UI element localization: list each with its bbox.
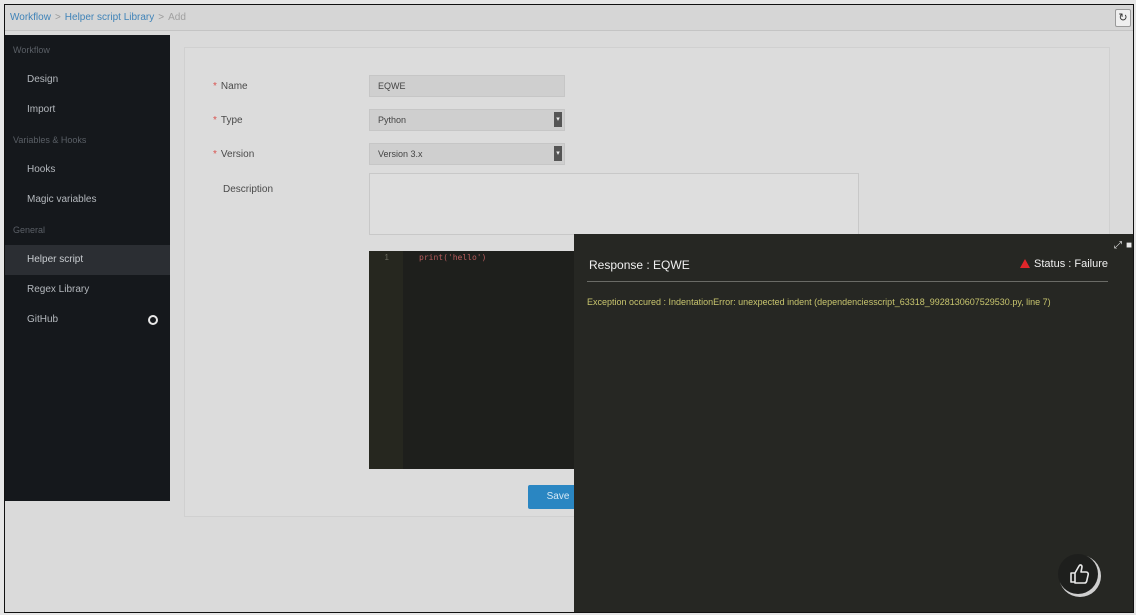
expand-icon[interactable]: ⤢ bbox=[1114, 240, 1122, 251]
code-line: print('hello') bbox=[419, 253, 487, 262]
sidebar-section-workflow: Workflow bbox=[13, 45, 50, 55]
name-label-text: Name bbox=[220, 81, 248, 92]
version-label-text: Version bbox=[220, 149, 255, 160]
response-panel: ⤢ ■ Response : EQWE Status : Failure Exce… bbox=[574, 234, 1133, 612]
panel-controls: ⤢ ■ bbox=[1110, 240, 1132, 251]
breadcrumb-separator: > bbox=[158, 12, 165, 23]
type-select-value: Python bbox=[378, 115, 407, 125]
description-field[interactable] bbox=[369, 173, 859, 235]
required-mark: * bbox=[213, 115, 217, 126]
version-select-value: Version 3.x bbox=[378, 149, 423, 159]
response-title: Response : EQWE bbox=[589, 258, 690, 272]
sidebar-item-magic-variables[interactable]: Magic variables bbox=[5, 185, 170, 215]
sidebar-item-regex-library[interactable]: Regex Library bbox=[5, 275, 170, 305]
refresh-icon[interactable]: ↻ bbox=[1115, 9, 1131, 27]
breadcrumb-current: Add bbox=[168, 12, 186, 23]
type-label-text: Type bbox=[220, 115, 243, 126]
required-mark: * bbox=[213, 81, 217, 92]
required-mark: * bbox=[213, 149, 217, 160]
sidebar-item-label: GitHub bbox=[27, 314, 59, 325]
status-badge: Status : Failure bbox=[1020, 258, 1108, 270]
chevron-down-icon: ▾ bbox=[554, 146, 562, 161]
type-label: * Type bbox=[213, 115, 243, 126]
line-number: 1 bbox=[369, 251, 403, 469]
version-label: * Version bbox=[213, 149, 254, 160]
close-icon[interactable]: ■ bbox=[1126, 240, 1132, 251]
sidebar-item-helper-script[interactable]: Helper script bbox=[5, 245, 170, 275]
github-icon bbox=[148, 315, 158, 325]
status-text: Status : Failure bbox=[1034, 258, 1108, 270]
feedback-button[interactable] bbox=[1058, 554, 1098, 594]
warning-icon bbox=[1020, 259, 1031, 268]
version-select[interactable]: Version 3.x ▾ bbox=[369, 143, 565, 165]
type-select[interactable]: Python ▾ bbox=[369, 109, 565, 131]
sidebar-item-github[interactable]: GitHub bbox=[5, 305, 170, 335]
thumbs-up-icon bbox=[1070, 564, 1090, 584]
name-field[interactable]: EQWE bbox=[369, 75, 565, 97]
code-editor[interactable]: 1 print('hello') bbox=[369, 251, 579, 469]
description-label: Description bbox=[223, 184, 274, 195]
sidebar-item-hooks[interactable]: Hooks bbox=[5, 155, 170, 185]
sidebar-section-variables: Variables & Hooks bbox=[13, 135, 87, 145]
breadcrumb-helper-library[interactable]: Helper script Library bbox=[65, 12, 154, 23]
sidebar: Workflow Design Import Variables & Hooks… bbox=[5, 35, 170, 501]
divider bbox=[587, 281, 1108, 282]
app-window: Workflow > Helper script Library > Add ↻ Wor… bbox=[4, 4, 1134, 613]
breadcrumb: Workflow > Helper script Library > Add ↻ bbox=[5, 5, 1133, 31]
breadcrumb-separator: > bbox=[54, 12, 61, 23]
sidebar-item-design[interactable]: Design bbox=[5, 65, 170, 95]
sidebar-section-general: General bbox=[13, 225, 46, 235]
chevron-down-icon: ▾ bbox=[554, 112, 562, 127]
exception-message: Exception occured : IndentationError: un… bbox=[587, 297, 1051, 307]
name-label: * Name bbox=[213, 81, 248, 92]
sidebar-item-import[interactable]: Import bbox=[5, 95, 170, 125]
breadcrumb-workflow[interactable]: Workflow bbox=[10, 12, 51, 23]
